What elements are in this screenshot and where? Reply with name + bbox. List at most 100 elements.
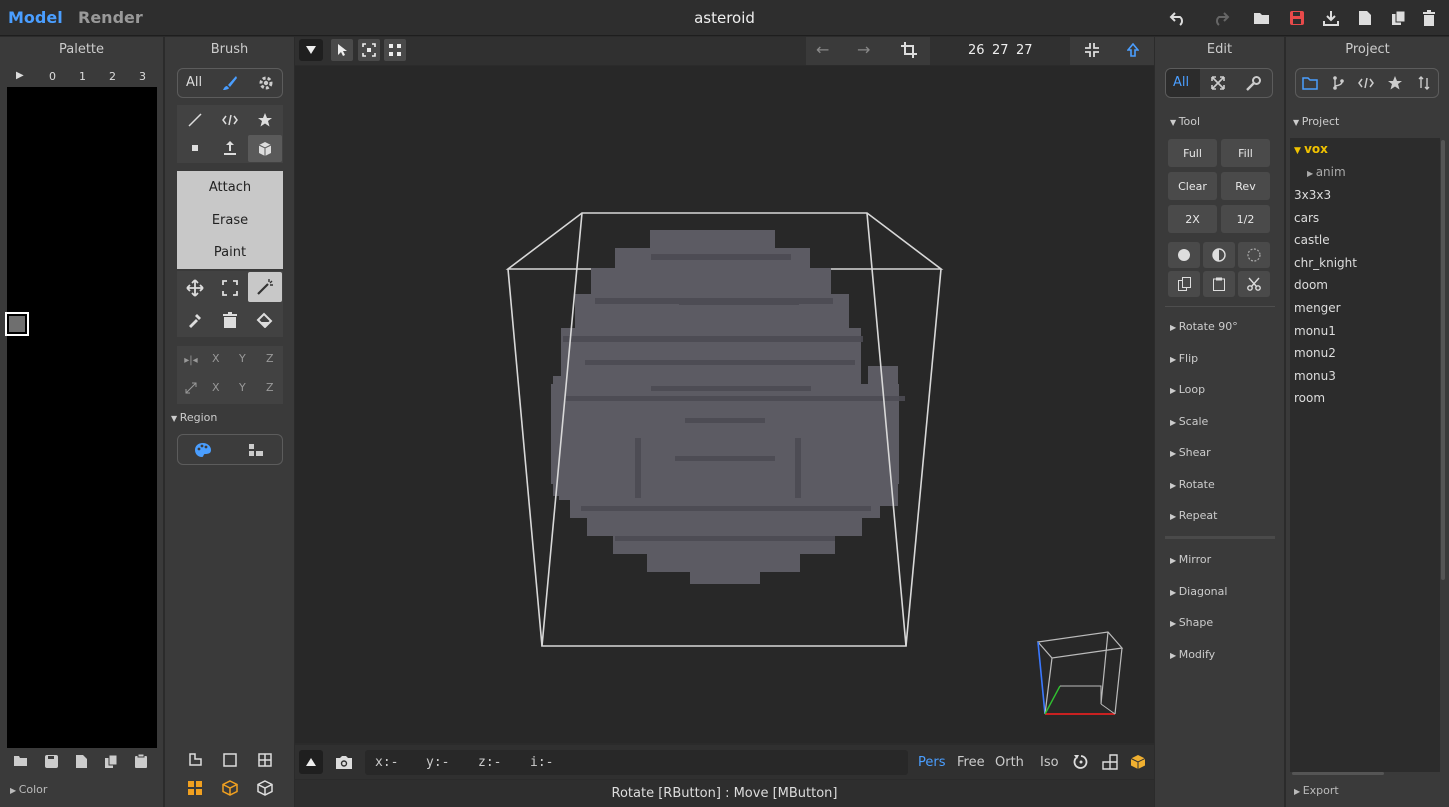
- select-box-icon[interactable]: [216, 275, 244, 301]
- solid-cube-icon[interactable]: [1128, 752, 1148, 772]
- project-item[interactable]: monu2: [1294, 346, 1336, 360]
- view-free[interactable]: Free: [957, 755, 985, 770]
- project-item[interactable]: monu3: [1294, 369, 1336, 383]
- download-icon[interactable]: [1321, 9, 1341, 27]
- palette-selected-swatch[interactable]: [5, 312, 29, 336]
- empty-circle-icon[interactable]: [1238, 242, 1270, 268]
- edit-section-toggle[interactable]: ▶ Rotate 90°: [1170, 320, 1238, 333]
- copy-icon[interactable]: [1168, 271, 1200, 297]
- box-tool-icon[interactable]: [248, 135, 282, 162]
- project-item[interactable]: 3x3x3: [1294, 188, 1331, 202]
- trash-icon[interactable]: [216, 307, 244, 333]
- star-icon[interactable]: [1385, 73, 1405, 93]
- edit-section-toggle[interactable]: ▶ Scale: [1170, 415, 1208, 428]
- duplicate-icon[interactable]: [1389, 9, 1409, 27]
- cube-outline-icon[interactable]: [255, 778, 275, 798]
- tool-clear-button[interactable]: Clear: [1168, 172, 1217, 200]
- palette-play-icon[interactable]: ▶: [16, 70, 24, 81]
- project-item[interactable]: menger: [1294, 301, 1341, 315]
- brush-icon[interactable]: [220, 73, 240, 93]
- edit-section-toggle[interactable]: ▶ Shape: [1170, 616, 1213, 629]
- redo-icon[interactable]: [1211, 9, 1231, 27]
- folder-icon[interactable]: [1300, 73, 1320, 93]
- diagonal-z[interactable]: Z: [266, 381, 274, 394]
- palette-save-icon[interactable]: [42, 752, 60, 770]
- layout-corner-icon[interactable]: [185, 750, 205, 770]
- color-section-toggle[interactable]: ▶ Color: [10, 783, 47, 796]
- diagonal-y[interactable]: Y: [239, 381, 246, 394]
- line-tool-icon[interactable]: [181, 108, 209, 132]
- layout-single-icon[interactable]: [220, 750, 240, 770]
- fill-circle-icon[interactable]: [1168, 242, 1200, 268]
- project-item[interactable]: room: [1294, 391, 1325, 405]
- edit-section-toggle[interactable]: ▶ Diagonal: [1170, 585, 1227, 598]
- brush-tab-all[interactable]: All: [186, 75, 202, 90]
- edit-section-toggle[interactable]: ▶ Rotate: [1170, 478, 1215, 491]
- viewport-3d[interactable]: [295, 66, 1154, 743]
- expand-icon[interactable]: [1208, 73, 1228, 93]
- view-orth[interactable]: Orth: [995, 755, 1024, 770]
- mirror-y[interactable]: Y: [239, 352, 246, 365]
- camera-icon[interactable]: [333, 751, 355, 773]
- folder-anim[interactable]: ▶ anim: [1307, 165, 1346, 179]
- model-size-x[interactable]: 26: [968, 43, 985, 58]
- brush-mode-erase[interactable]: Erase: [177, 213, 283, 228]
- edit-section-toggle[interactable]: ▶ Repeat: [1170, 509, 1217, 522]
- tool-2x-button[interactable]: 2X: [1168, 205, 1217, 233]
- grid-toggle-icon[interactable]: [1100, 752, 1120, 772]
- magic-wand-icon[interactable]: [248, 272, 282, 302]
- branch-icon[interactable]: [1328, 73, 1348, 93]
- edit-section-toggle[interactable]: ▶ Shear: [1170, 446, 1211, 459]
- project-hscrollbar[interactable]: [1292, 772, 1384, 775]
- pointer-select-icon[interactable]: [331, 39, 353, 61]
- cube-outline-orange-icon[interactable]: [220, 778, 240, 798]
- model-size-y[interactable]: 27: [992, 43, 1009, 58]
- layout-grid-icon[interactable]: [255, 750, 275, 770]
- palette-tab-1[interactable]: 1: [79, 70, 86, 83]
- voxel-tool-icon[interactable]: [181, 136, 209, 160]
- arrow-right-icon[interactable]: →: [857, 40, 870, 59]
- mirror-x[interactable]: X: [212, 352, 220, 365]
- region-blocks-icon[interactable]: [245, 440, 267, 460]
- palette-tab-2[interactable]: 2: [109, 70, 116, 83]
- arrow-up-icon[interactable]: [1122, 40, 1144, 60]
- move-icon[interactable]: [181, 275, 209, 301]
- edit-section-toggle[interactable]: ▶ Modify: [1170, 648, 1215, 661]
- palette-open-icon[interactable]: [12, 752, 30, 770]
- star-tool-icon[interactable]: [251, 108, 279, 132]
- palette-new-icon[interactable]: [72, 752, 90, 770]
- region-palette-icon[interactable]: [192, 440, 214, 460]
- sort-icon[interactable]: [1414, 73, 1434, 93]
- tool-fill-button[interactable]: Fill: [1221, 139, 1270, 167]
- palette-copy-icon[interactable]: [102, 752, 120, 770]
- collapse-top-icon[interactable]: [299, 39, 323, 61]
- diagonal-x[interactable]: X: [212, 381, 220, 394]
- crop-icon[interactable]: [898, 40, 920, 60]
- brush-mode-paint[interactable]: Paint: [177, 245, 283, 260]
- arrow-left-icon[interactable]: ←: [816, 40, 829, 59]
- palette-tab-3[interactable]: 3: [139, 70, 146, 83]
- code-tool-icon[interactable]: [216, 108, 244, 132]
- model-size-z[interactable]: 27: [1016, 43, 1033, 58]
- palette-grid[interactable]: [7, 87, 157, 748]
- project-item[interactable]: doom: [1294, 278, 1328, 292]
- shrink-icon[interactable]: [1081, 40, 1103, 60]
- save-icon[interactable]: [1287, 9, 1307, 27]
- project-section-toggle[interactable]: ▼ Project: [1293, 115, 1339, 128]
- project-item[interactable]: chr_knight: [1294, 256, 1357, 270]
- folder-vox[interactable]: ▼ vox: [1294, 142, 1328, 156]
- half-circle-icon[interactable]: [1203, 242, 1235, 268]
- view-iso[interactable]: Iso: [1040, 755, 1059, 770]
- undo-icon[interactable]: [1168, 9, 1188, 27]
- vertex-select-icon[interactable]: [384, 39, 406, 61]
- palette-paste-icon[interactable]: [132, 752, 150, 770]
- brush-settings-gear-icon[interactable]: [256, 73, 276, 93]
- view-pers[interactable]: Pers: [918, 755, 946, 770]
- box-select-icon[interactable]: [358, 39, 380, 61]
- wrench-icon[interactable]: [1243, 73, 1263, 93]
- edit-section-toggle[interactable]: ▶ Loop: [1170, 383, 1205, 396]
- tool-rev-button[interactable]: Rev: [1221, 172, 1270, 200]
- reset-view-icon[interactable]: [1071, 752, 1091, 772]
- project-item[interactable]: castle: [1294, 233, 1330, 247]
- project-item[interactable]: cars: [1294, 211, 1319, 225]
